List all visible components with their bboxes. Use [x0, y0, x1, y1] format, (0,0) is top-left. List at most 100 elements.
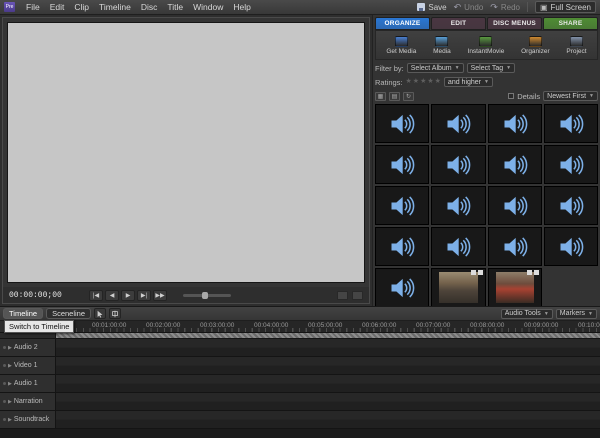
- video-clip-thumbnail[interactable]: [488, 268, 542, 306]
- audio-clip-thumbnail[interactable]: [544, 145, 598, 184]
- menu-help[interactable]: Help: [228, 2, 255, 12]
- audio-clip-thumbnail[interactable]: [431, 186, 485, 225]
- menu-timeline[interactable]: Timeline: [94, 2, 136, 12]
- disclosure-triangle-icon[interactable]: ▶: [8, 363, 12, 369]
- go-to-previous-edit-button[interactable]: |◀: [89, 290, 103, 301]
- media-grid: [375, 104, 598, 306]
- star-icon[interactable]: ★: [406, 78, 412, 86]
- audio-clip-thumbnail[interactable]: [375, 145, 429, 184]
- timeline-ruler-scale[interactable]: 00:01:00:0000:02:00:0000:03:00:0000:04:0…: [56, 321, 600, 332]
- track-header-audio-1[interactable]: ▶Audio 1: [0, 375, 56, 392]
- razor-tool-button[interactable]: [109, 308, 121, 319]
- media-button[interactable]: Media: [433, 36, 451, 55]
- timecode-display[interactable]: 00:00:00;00: [9, 291, 75, 300]
- tab-organize[interactable]: ORGANIZE: [375, 17, 430, 30]
- shuttle-slider[interactable]: [183, 294, 231, 297]
- disclosure-triangle-icon[interactable]: ▶: [8, 399, 12, 405]
- track-lane[interactable]: [56, 357, 600, 374]
- tab-sceneline[interactable]: Sceneline: [46, 308, 91, 319]
- refresh-icon[interactable]: ↻: [403, 92, 414, 101]
- menu-file[interactable]: File: [21, 2, 45, 12]
- audio-clip-thumbnail[interactable]: [544, 186, 598, 225]
- menu-disc[interactable]: Disc: [136, 2, 163, 12]
- audio-clip-thumbnail[interactable]: [431, 145, 485, 184]
- menu-window[interactable]: Window: [188, 2, 228, 12]
- track-lane[interactable]: [56, 339, 600, 356]
- step-forward-button[interactable]: ▶|: [137, 290, 151, 301]
- step-back-button[interactable]: ◀: [105, 290, 119, 301]
- list-view-icon[interactable]: ▤: [389, 92, 400, 101]
- track-lane[interactable]: [56, 375, 600, 392]
- star-icon[interactable]: ★: [435, 78, 441, 86]
- track-toggle-icon[interactable]: [3, 364, 6, 367]
- audio-clip-thumbnail[interactable]: [375, 268, 429, 306]
- work-area-strip[interactable]: [56, 333, 600, 338]
- track-header-video-1[interactable]: ▶Video 1: [0, 357, 56, 374]
- star-icon[interactable]: ★: [427, 78, 433, 86]
- tab-disc-menus[interactable]: DISC MENUS: [487, 17, 542, 30]
- disclosure-triangle-icon[interactable]: ▶: [8, 417, 12, 423]
- video-preview[interactable]: [7, 22, 365, 283]
- audio-clip-thumbnail[interactable]: [431, 104, 485, 143]
- album-select[interactable]: Select Album ▼: [407, 63, 464, 73]
- track-toggle-icon[interactable]: [3, 400, 6, 403]
- tab-edit[interactable]: EDIT: [431, 17, 486, 30]
- undo-button[interactable]: ↶ Undo: [454, 3, 484, 12]
- audio-clip-thumbnail[interactable]: [488, 104, 542, 143]
- audio-clip-thumbnail[interactable]: [375, 227, 429, 266]
- details-checkbox[interactable]: [508, 93, 514, 99]
- split-clip-icon[interactable]: [337, 291, 348, 300]
- save-button[interactable]: Save: [417, 3, 446, 12]
- audio-tools-dropdown[interactable]: Audio Tools ▼: [501, 309, 553, 319]
- audio-clip-thumbnail[interactable]: [488, 227, 542, 266]
- sort-select[interactable]: Newest First ▼: [543, 91, 598, 101]
- go-to-next-edit-button[interactable]: ▶▶: [153, 290, 167, 301]
- audio-clip-thumbnail[interactable]: [544, 227, 598, 266]
- content-row: 00:00:00;00 |◀◀▶▶|▶▶ ORGANIZEEDITDISC ME…: [0, 15, 600, 306]
- audio-clip-thumbnail[interactable]: [375, 186, 429, 225]
- track-lane[interactable]: [56, 411, 600, 428]
- get-media-button[interactable]: Get Media: [386, 36, 416, 55]
- disclosure-triangle-icon[interactable]: ▶: [8, 345, 12, 351]
- markers-dropdown[interactable]: Markers ▼: [556, 309, 597, 319]
- tab-timeline[interactable]: Timeline: [3, 308, 43, 319]
- freeze-frame-icon[interactable]: [352, 291, 363, 300]
- project-button[interactable]: Project: [566, 36, 586, 55]
- track-lane[interactable]: [56, 393, 600, 410]
- menu-edit[interactable]: Edit: [45, 2, 70, 12]
- tag-select[interactable]: Select Tag ▼: [467, 63, 516, 73]
- and-higher-select[interactable]: and higher ▼: [444, 77, 493, 87]
- track-toggle-icon[interactable]: [3, 418, 6, 421]
- timeline-header: Timeline Sceneline Audio Tools ▼ Markers…: [0, 307, 600, 321]
- star-icon[interactable]: ★: [420, 78, 426, 86]
- rating-stars[interactable]: ★★★★★: [406, 78, 441, 86]
- chevron-down-icon: ▼: [455, 65, 460, 71]
- organizer-button[interactable]: Organizer: [521, 36, 550, 55]
- shuttle-thumb[interactable]: [202, 292, 208, 299]
- ratings-label: Ratings:: [375, 78, 403, 87]
- audio-clip-thumbnail[interactable]: [544, 104, 598, 143]
- camera-icon: [395, 36, 408, 47]
- play-button[interactable]: ▶: [121, 290, 135, 301]
- tab-share[interactable]: SHARE: [543, 17, 598, 30]
- grid-view-icon[interactable]: ▦: [375, 92, 386, 101]
- selection-tool-button[interactable]: [94, 308, 106, 319]
- audio-clip-thumbnail[interactable]: [488, 186, 542, 225]
- fullscreen-button[interactable]: ▣ Full Screen: [535, 1, 596, 13]
- menu-title[interactable]: Title: [162, 2, 188, 12]
- audio-clip-thumbnail[interactable]: [375, 104, 429, 143]
- track-header-audio-2[interactable]: ▶Audio 2: [0, 339, 56, 356]
- audio-clip-thumbnail[interactable]: [431, 227, 485, 266]
- disclosure-triangle-icon[interactable]: ▶: [8, 381, 12, 387]
- audio-clip-thumbnail[interactable]: [488, 145, 542, 184]
- menu-clip[interactable]: Clip: [69, 2, 94, 12]
- track-toggle-icon[interactable]: [3, 382, 6, 385]
- redo-button[interactable]: ↷ Redo: [490, 3, 520, 12]
- track-header-narration[interactable]: ▶Narration: [0, 393, 56, 410]
- star-icon[interactable]: ★: [413, 78, 419, 86]
- organizer-icon: [529, 36, 542, 47]
- track-toggle-icon[interactable]: [3, 346, 6, 349]
- track-header-soundtrack[interactable]: ▶Soundtrack: [0, 411, 56, 428]
- instantmovie-button[interactable]: InstantMovie: [468, 36, 505, 55]
- video-clip-thumbnail[interactable]: [431, 268, 485, 306]
